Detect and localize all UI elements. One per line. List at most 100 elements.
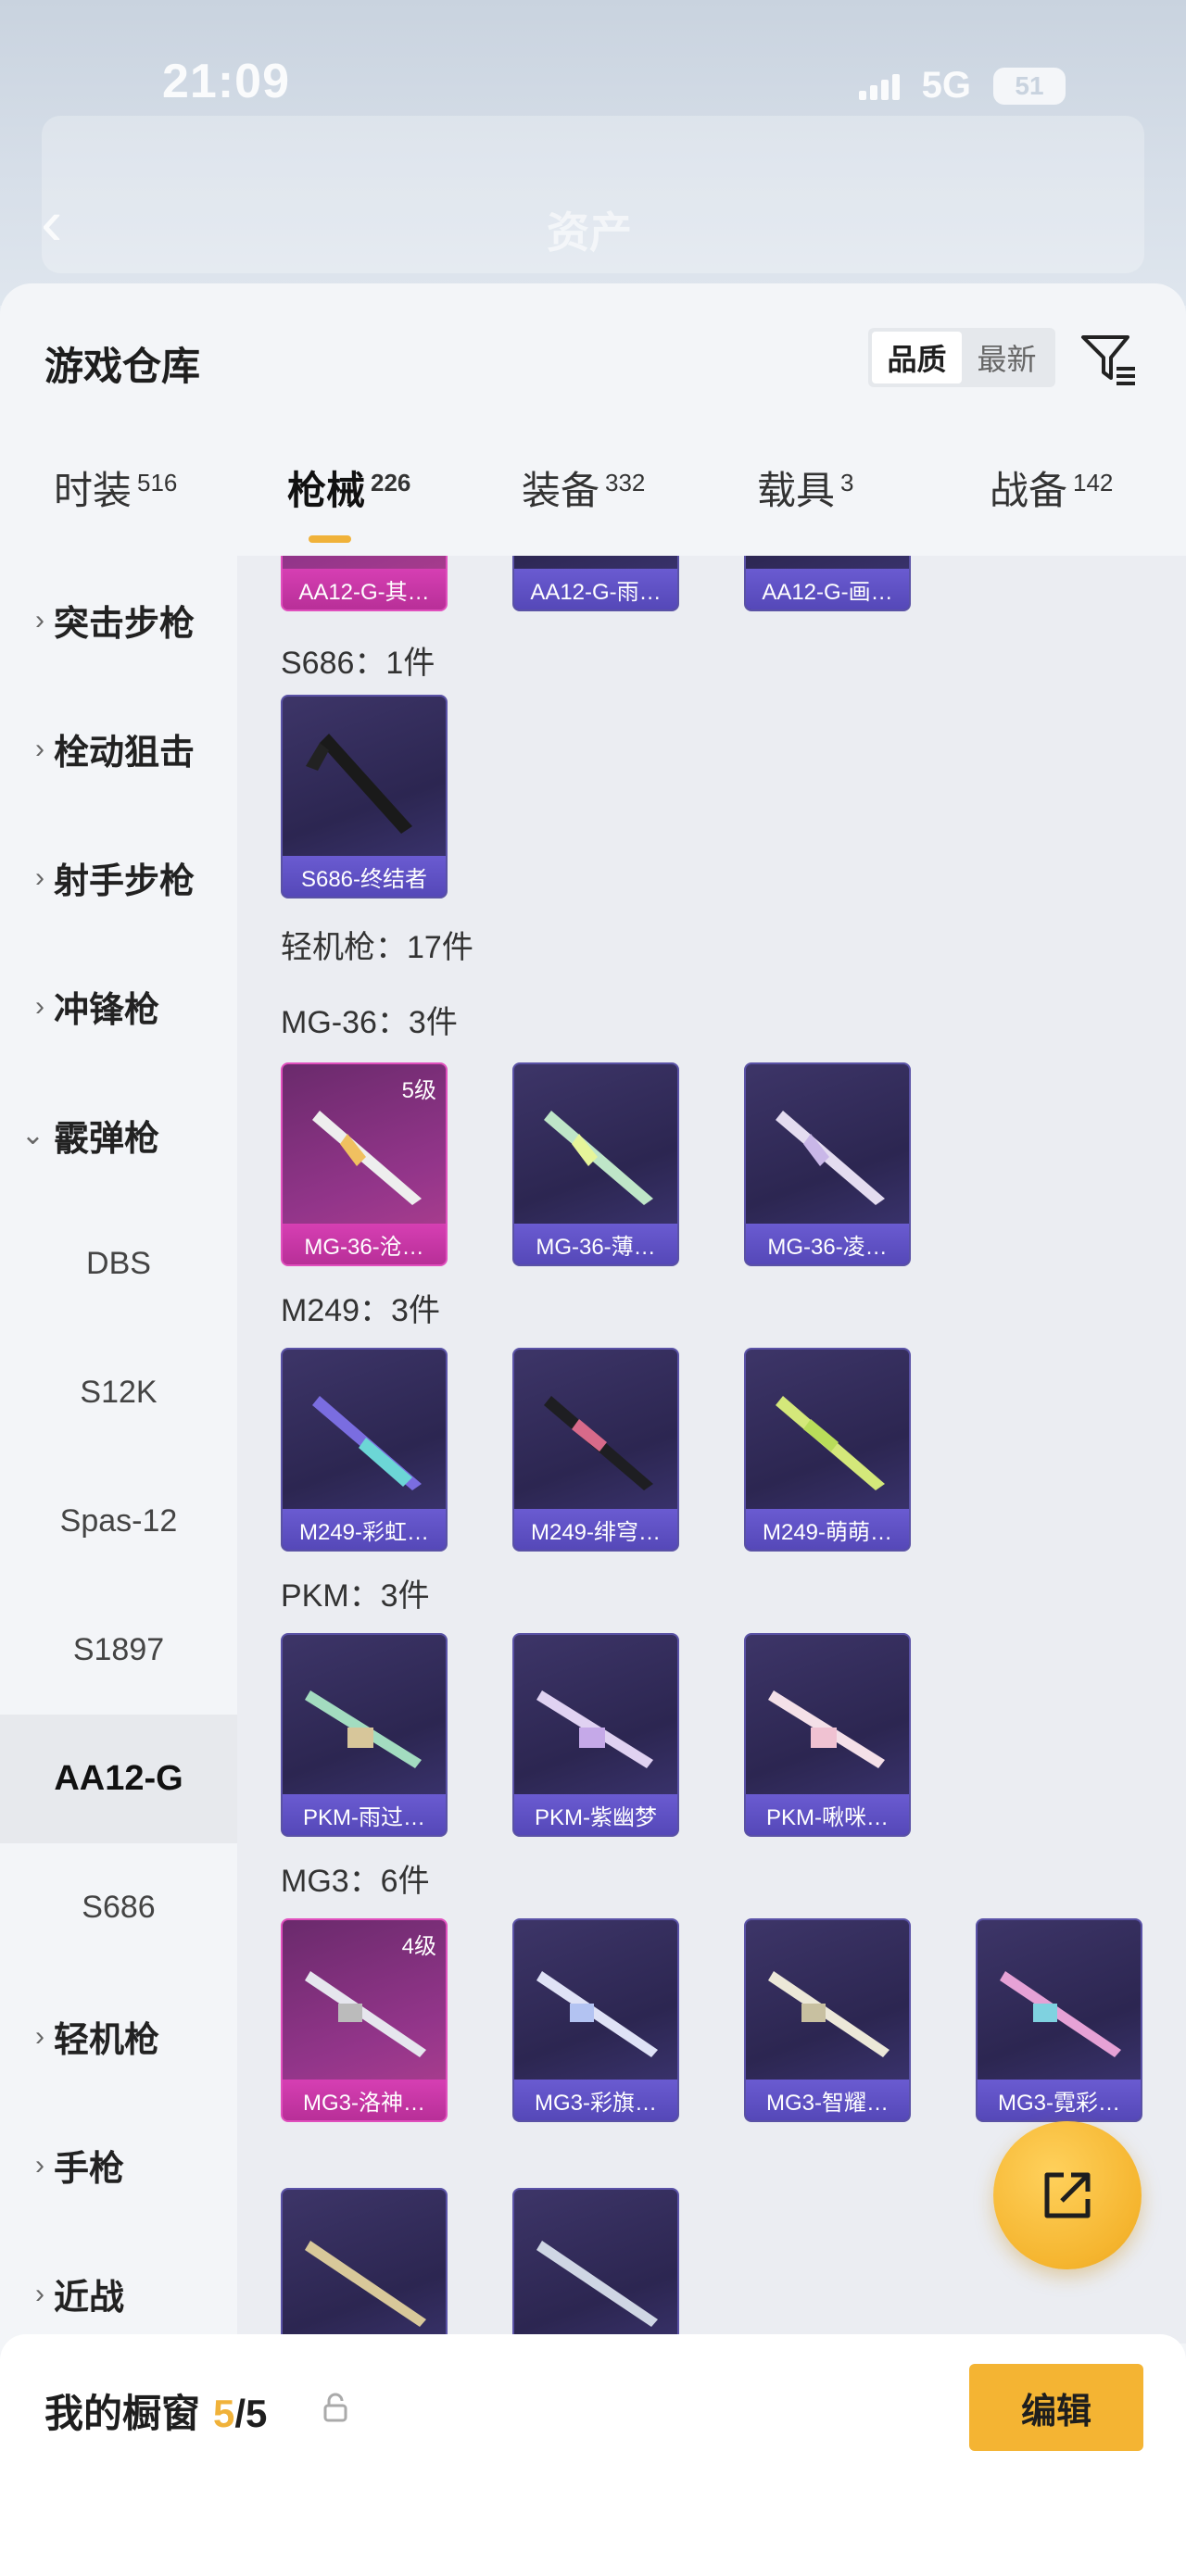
chevron-right-icon: ›	[35, 861, 44, 893]
weapon-card-name: MG-36-沧…	[283, 1224, 446, 1264]
edit-button[interactable]: 编辑	[969, 2364, 1143, 2451]
showcase-bar: 我的橱窗 5/5 编辑	[0, 2334, 1186, 2576]
sidebar-subitem-s12k[interactable]: S12K	[0, 1328, 237, 1457]
tab-label: 战备	[990, 469, 1068, 512]
network-label: 5G	[921, 65, 971, 106]
chevron-right-icon: ›	[35, 2278, 44, 2309]
weapon-card[interactable]: 4级 MG3-洛神…	[281, 1918, 448, 2122]
sidebar-item-label: 霰弹枪	[54, 1120, 160, 1159]
tab-firearms[interactable]: 枪械 226	[287, 459, 410, 516]
tab-count: 3	[840, 469, 854, 496]
weapon-card[interactable]: PKM-紫幽梦	[512, 1633, 679, 1837]
tab-gear[interactable]: 战备 142	[990, 459, 1113, 516]
tab-vehicles[interactable]: 载具 3	[757, 459, 853, 516]
section-label-mg36: MG-36：3件	[281, 1005, 458, 1040]
tab-count: 226	[371, 469, 411, 496]
sidebar-item-label: 近战	[54, 2279, 125, 2318]
tab-count: 142	[1073, 469, 1114, 496]
sidebar-item-bolt-sniper[interactable]: › 栓动狙击	[0, 685, 237, 813]
weapon-card[interactable]: M249-绯穹…	[512, 1348, 679, 1552]
sidebar-item-label: Spas-12	[59, 1503, 178, 1539]
section-label-s686: S686：1件	[281, 646, 435, 681]
sidebar-item-label: S1897	[72, 1632, 165, 1667]
sheet-title: 游戏仓库	[44, 345, 201, 388]
weapon-card-name: MG-36-凌…	[746, 1224, 909, 1264]
weapon-card-name: MG-36-薄…	[514, 1224, 677, 1264]
weapon-card[interactable]: M249-萌萌…	[744, 1348, 911, 1552]
sidebar-item-label: DBS	[86, 1246, 151, 1281]
machine-gun-icon	[312, 1111, 422, 1205]
section-label-m249: M249：3件	[281, 1293, 440, 1328]
sidebar-item-label: S686	[82, 1890, 156, 1925]
weapon-card[interactable]	[281, 2188, 448, 2344]
sidebar-item-label: S12K	[80, 1375, 158, 1410]
share-button[interactable]	[993, 2121, 1142, 2269]
sidebar-subitem-dbs[interactable]: DBS	[0, 1200, 237, 1328]
weapon-card[interactable]: S686-终结者	[281, 695, 448, 898]
machine-gun-icon	[544, 1111, 653, 1205]
machine-gun-icon	[768, 1690, 885, 1768]
lock-icon	[323, 2393, 347, 2422]
machine-gun-icon	[776, 1396, 885, 1490]
sidebar-item-lmg[interactable]: › 轻机枪	[0, 1972, 237, 2101]
tab-active-indicator	[309, 535, 351, 543]
filter-icon[interactable]	[1079, 330, 1139, 389]
weapon-card[interactable]: MG-36-凌…	[744, 1062, 911, 1266]
tab-fashion[interactable]: 时装 516	[54, 459, 177, 516]
showcase-title: 我的橱窗	[44, 2392, 201, 2435]
weapon-card[interactable]: MG-36-薄…	[512, 1062, 679, 1266]
showcase-label: 我的橱窗 5/5	[44, 2382, 267, 2439]
tab-label: 枪械	[287, 469, 366, 512]
machine-gun-icon	[305, 1971, 426, 2057]
sidebar-item-shotgun[interactable]: ⌄ 霰弹枪	[0, 1071, 237, 1200]
weapon-card[interactable]: MG3-霓彩…	[976, 1918, 1142, 2122]
weapon-card[interactable]: MG3-彩旗…	[512, 1918, 679, 2122]
status-bar-right: 5G 51	[858, 65, 1066, 107]
weapon-card-name: AA12-G-画…	[746, 569, 909, 609]
weapon-sidebar: › 突击步枪 › 栓动狙击 › 射手步枪 › 冲锋枪 ⌄ 霰弹枪 DBS S12K Spa…	[0, 556, 237, 2344]
sidebar-item-smg[interactable]: › 冲锋枪	[0, 942, 237, 1071]
weapon-card-name: M249-彩虹…	[283, 1509, 446, 1550]
section-label-lmg: 轻机枪：17件	[281, 930, 473, 965]
weapon-card[interactable]: AA12-G-雨…	[512, 556, 679, 611]
weapon-card[interactable]: AA12-G-其…	[281, 556, 448, 611]
weapon-card-name: MG3-霓彩…	[978, 2080, 1141, 2120]
machine-gun-icon	[776, 1111, 885, 1205]
weapon-card[interactable]: AA12-G-画…	[744, 556, 911, 611]
tab-count: 516	[137, 469, 178, 496]
weapon-card[interactable]: PKM-啾咪…	[744, 1633, 911, 1837]
machine-gun-icon	[1000, 1971, 1121, 2057]
machine-gun-icon	[536, 2241, 658, 2327]
sort-quality-button[interactable]: 品质	[872, 332, 962, 383]
chevron-down-icon: ⌄	[20, 1120, 44, 1150]
weapon-content: AA12-G-其… AA12-G-雨… AA12-G-画… S686：1件 S6…	[237, 556, 1186, 2344]
sidebar-subitem-spas12[interactable]: Spas-12	[0, 1457, 237, 1586]
weapon-card[interactable]: PKM-雨过…	[281, 1633, 448, 1837]
sidebar-item-label: 突击步枪	[54, 605, 196, 644]
sort-newest-button[interactable]: 最新	[962, 332, 1052, 383]
tab-count: 332	[605, 469, 646, 496]
sidebar-subitem-s686[interactable]: S686	[0, 1843, 237, 1972]
sidebar-item-assault-rifle[interactable]: › 突击步枪	[0, 556, 237, 685]
weapon-card-name: M249-萌萌…	[746, 1509, 909, 1550]
tab-label: 时装	[54, 469, 132, 512]
weapon-card-name: M249-绯穹…	[514, 1509, 677, 1550]
category-tabs: 时装 516 枪械 226 装备 332 载具 3 战备 142	[0, 459, 1186, 561]
sidebar-item-pistol[interactable]: › 手枪	[0, 2101, 237, 2230]
tab-equipment[interactable]: 装备 332	[522, 459, 645, 516]
sidebar-subitem-aa12g[interactable]: AA12-G	[0, 1715, 237, 1843]
back-icon[interactable]: ‹	[41, 190, 87, 255]
weapon-card[interactable]: MG3-智耀…	[744, 1918, 911, 2122]
tab-label: 载具	[757, 469, 836, 512]
sidebar-item-label: 手枪	[54, 2150, 125, 2189]
sidebar-subitem-s1897[interactable]: S1897	[0, 1586, 237, 1715]
weapon-card[interactable]: M249-彩虹…	[281, 1348, 448, 1552]
tab-label: 装备	[522, 469, 600, 512]
section-label-pkm: PKM：3件	[281, 1578, 430, 1614]
signal-icon	[858, 72, 900, 100]
weapon-card[interactable]	[512, 2188, 679, 2344]
weapon-card[interactable]: 5级 MG-36-沧…	[281, 1062, 448, 1266]
sidebar-item-marksman-rifle[interactable]: › 射手步枪	[0, 813, 237, 942]
machine-gun-icon	[305, 1690, 422, 1768]
sidebar-item-label: 栓动狙击	[54, 734, 196, 773]
